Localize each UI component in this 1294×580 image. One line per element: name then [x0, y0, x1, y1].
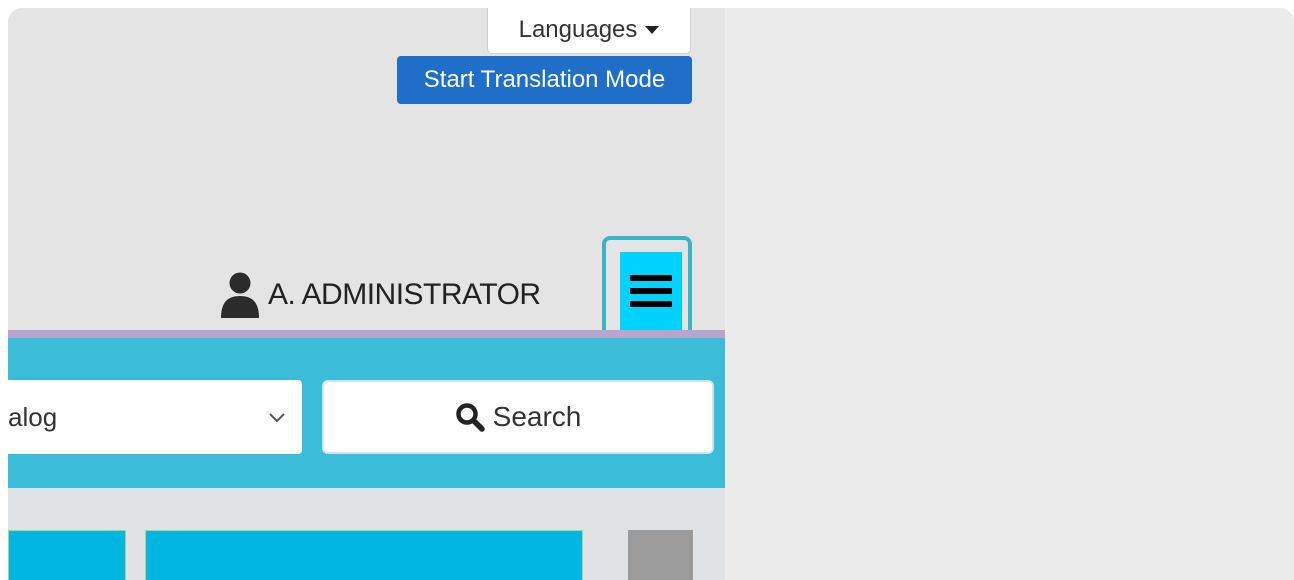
blank-area — [725, 8, 1294, 580]
search-button-label: Search — [492, 401, 582, 432]
menu-toggle-button[interactable] — [620, 252, 682, 330]
content-tile[interactable] — [145, 530, 583, 580]
content-tile[interactable] — [8, 530, 126, 580]
search-button[interactable]: Search — [322, 380, 714, 454]
languages-label: Languages — [518, 16, 638, 43]
user-account-link[interactable]: A. ADMINISTRATOR — [220, 270, 541, 320]
start-translation-mode-button[interactable]: Start Translation Mode — [397, 56, 692, 104]
app-area: Languages Start Translation Mode A. ADMI… — [8, 8, 725, 580]
content-tile-gray[interactable] — [628, 530, 693, 580]
chevron-down-icon — [269, 413, 285, 423]
browser-viewport: Languages Start Translation Mode A. ADMI… — [8, 8, 1294, 580]
translation-mode-label: Start Translation Mode — [423, 66, 666, 93]
hamburger-menu-icon — [630, 275, 672, 307]
user-name: A. ADMINISTRATOR — [268, 278, 541, 311]
header-divider — [8, 330, 725, 338]
catalog-select[interactable]: alog — [8, 380, 302, 454]
languages-dropdown-button[interactable]: Languages — [487, 8, 691, 54]
search-icon — [455, 403, 485, 432]
user-icon — [221, 272, 259, 318]
caret-down-icon — [645, 26, 660, 34]
catalog-select-value: alog — [8, 401, 58, 432]
